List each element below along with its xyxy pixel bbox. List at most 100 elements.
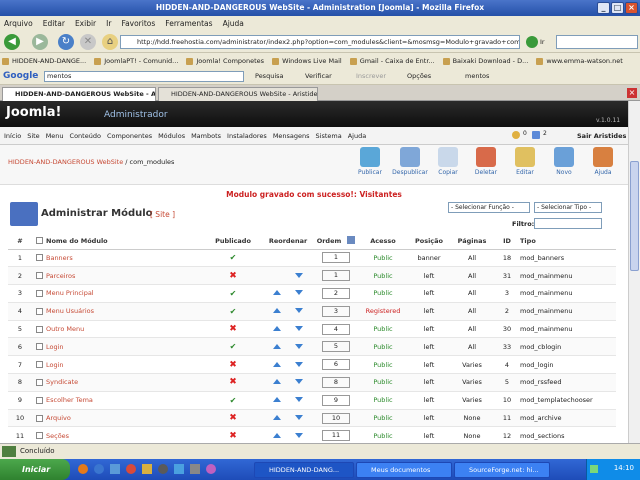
tab-aristides[interactable]: HIDDEN-AND-DANGEROUS WebSite - Aristides <box>158 87 318 101</box>
move-up-icon[interactable] <box>273 379 281 385</box>
stop-icon[interactable]: ✕ <box>80 34 96 50</box>
unpublished-x-icon[interactable]: ✖ <box>229 413 237 423</box>
move-down-icon[interactable] <box>295 379 303 385</box>
col-order[interactable]: Ordem <box>314 233 344 250</box>
unpublished-x-icon[interactable]: ✖ <box>229 431 237 441</box>
taskbar-item-sourceforge[interactable]: SourceForge.net: hi... <box>454 462 550 478</box>
module-name-link[interactable]: Seções <box>46 432 69 440</box>
move-up-icon[interactable] <box>273 361 281 367</box>
module-name-link[interactable]: Syndicate <box>46 378 78 386</box>
module-name-link[interactable]: Login <box>46 361 64 369</box>
reload-icon[interactable]: ↻ <box>58 34 74 50</box>
col-position[interactable]: Posição <box>408 233 450 250</box>
messenger-quicklaunch-icon[interactable] <box>174 464 184 474</box>
order-input[interactable]: 3 <box>322 305 350 317</box>
order-input[interactable]: 11 <box>322 430 350 442</box>
move-up-icon[interactable] <box>273 308 281 314</box>
google-search-input[interactable]: mentos <box>44 71 244 82</box>
col-type[interactable]: Tipo <box>520 233 616 250</box>
page-scrollbar[interactable] <box>628 101 640 443</box>
row-checkbox[interactable] <box>35 396 43 404</box>
order-input[interactable]: 1 <box>322 270 350 282</box>
move-down-icon[interactable] <box>295 343 303 349</box>
address-bar[interactable]: http://hdd.freehostia.com/administrator/… <box>120 35 520 49</box>
google-highlight-term[interactable]: mentos <box>465 72 489 80</box>
order-input[interactable]: 8 <box>322 376 350 388</box>
module-name-link[interactable]: Login <box>46 343 64 351</box>
close-button[interactable]: × <box>625 2 638 14</box>
breadcrumb-site[interactable]: HIDDEN-AND-DANGEROUS WebSite <box>8 158 123 166</box>
order-input[interactable]: 5 <box>322 341 350 353</box>
tab-admin[interactable]: HIDDEN-AND-DANGEROUS WebSite - A... <box>2 87 156 101</box>
google-pesquisa-button[interactable]: Pesquisa <box>255 72 284 80</box>
order-input[interactable]: 9 <box>322 394 350 406</box>
row-checkbox[interactable] <box>35 378 43 386</box>
move-down-icon[interactable] <box>295 432 303 438</box>
go-icon[interactable] <box>526 36 538 48</box>
minimize-button[interactable]: _ <box>597 2 610 14</box>
move-down-icon[interactable] <box>295 361 303 367</box>
jmenu-site[interactable]: Site <box>27 132 39 140</box>
order-input[interactable]: 10 <box>322 412 350 424</box>
access-link[interactable]: Public <box>373 272 392 280</box>
bookmark-item[interactable]: Baixaki Download - D... <box>441 57 535 65</box>
jmenu-ajuda[interactable]: Ajuda <box>348 132 366 140</box>
home-icon[interactable]: ⌂ <box>102 34 118 50</box>
media-quicklaunch-icon[interactable] <box>126 464 136 474</box>
access-link[interactable]: Public <box>373 414 392 422</box>
taskbar-item-documents[interactable]: Meus documentos <box>356 462 452 478</box>
extra-quicklaunch-icon[interactable] <box>206 464 216 474</box>
move-down-icon[interactable] <box>295 290 303 296</box>
access-link[interactable]: Public <box>373 396 392 404</box>
bookmark-item[interactable]: Joomla! Componetes <box>184 57 270 65</box>
maximize-button[interactable]: □ <box>611 2 624 14</box>
access-link[interactable]: Public <box>373 289 392 297</box>
module-name-link[interactable]: Arquivo <box>46 414 71 422</box>
menu-ferramentas[interactable]: Ferramentas <box>165 19 212 28</box>
bookmark-item[interactable]: Windows Live Mail <box>270 57 348 65</box>
edit-button[interactable]: Editar <box>508 147 542 176</box>
order-input[interactable]: 1 <box>322 252 350 264</box>
order-input[interactable]: 2 <box>322 287 350 299</box>
app-quicklaunch-icon[interactable] <box>158 464 168 474</box>
access-link[interactable]: Public <box>373 432 392 440</box>
unpublished-x-icon[interactable]: ✖ <box>229 271 237 281</box>
menu-ir[interactable]: Ir <box>106 19 111 28</box>
logout-link[interactable]: Sair Aristides <box>577 132 626 140</box>
unpublished-x-icon[interactable]: ✖ <box>229 324 237 334</box>
col-id[interactable]: ID <box>494 233 520 250</box>
filter-funcao-select[interactable]: - Selecionar Função - <box>448 202 530 213</box>
move-down-icon[interactable] <box>295 415 303 421</box>
bookmark-item[interactable]: HIDDEN-AND-DANGE... <box>0 57 92 65</box>
row-checkbox[interactable] <box>35 343 43 351</box>
tray-icon[interactable] <box>590 465 598 473</box>
module-name-link[interactable]: Parceiros <box>46 272 75 280</box>
col-name[interactable]: Nome do Módulo <box>46 233 204 250</box>
jmenu-sistema[interactable]: Sistema <box>316 132 342 140</box>
menu-exibir[interactable]: Exibir <box>75 19 96 28</box>
move-down-icon[interactable] <box>295 308 303 314</box>
jmenu-mensagens[interactable]: Mensagens <box>273 132 310 140</box>
jmenu-menu[interactable]: Menu <box>46 132 64 140</box>
jmenu-conteudo[interactable]: Conteúdo <box>70 132 101 140</box>
firefox-quicklaunch-icon[interactable] <box>78 464 88 474</box>
help-button[interactable]: Ajuda <box>586 147 620 176</box>
search-input[interactable] <box>556 35 638 49</box>
bookmark-item[interactable]: JoomlaPT! - Comunid... <box>92 57 184 65</box>
move-down-icon[interactable] <box>295 397 303 403</box>
filter-input[interactable] <box>534 218 602 229</box>
order-input[interactable]: 6 <box>322 359 350 371</box>
move-up-icon[interactable] <box>273 290 281 296</box>
google-opcoes-button[interactable]: Opções <box>407 72 431 80</box>
other-quicklaunch-icon[interactable] <box>190 464 200 474</box>
move-up-icon[interactable] <box>273 326 281 332</box>
scrollbar-thumb[interactable] <box>630 161 639 271</box>
module-name-link[interactable]: Outro Menu <box>46 325 84 333</box>
publish-button[interactable]: Publicar <box>353 147 387 176</box>
jmenu-componentes[interactable]: Componentes <box>107 132 152 140</box>
module-name-link[interactable]: Escolher Tema <box>46 396 93 404</box>
move-down-icon[interactable] <box>295 326 303 332</box>
col-access[interactable]: Acesso <box>358 233 408 250</box>
desktop-quicklaunch-icon[interactable] <box>110 464 120 474</box>
row-checkbox[interactable] <box>35 254 43 262</box>
